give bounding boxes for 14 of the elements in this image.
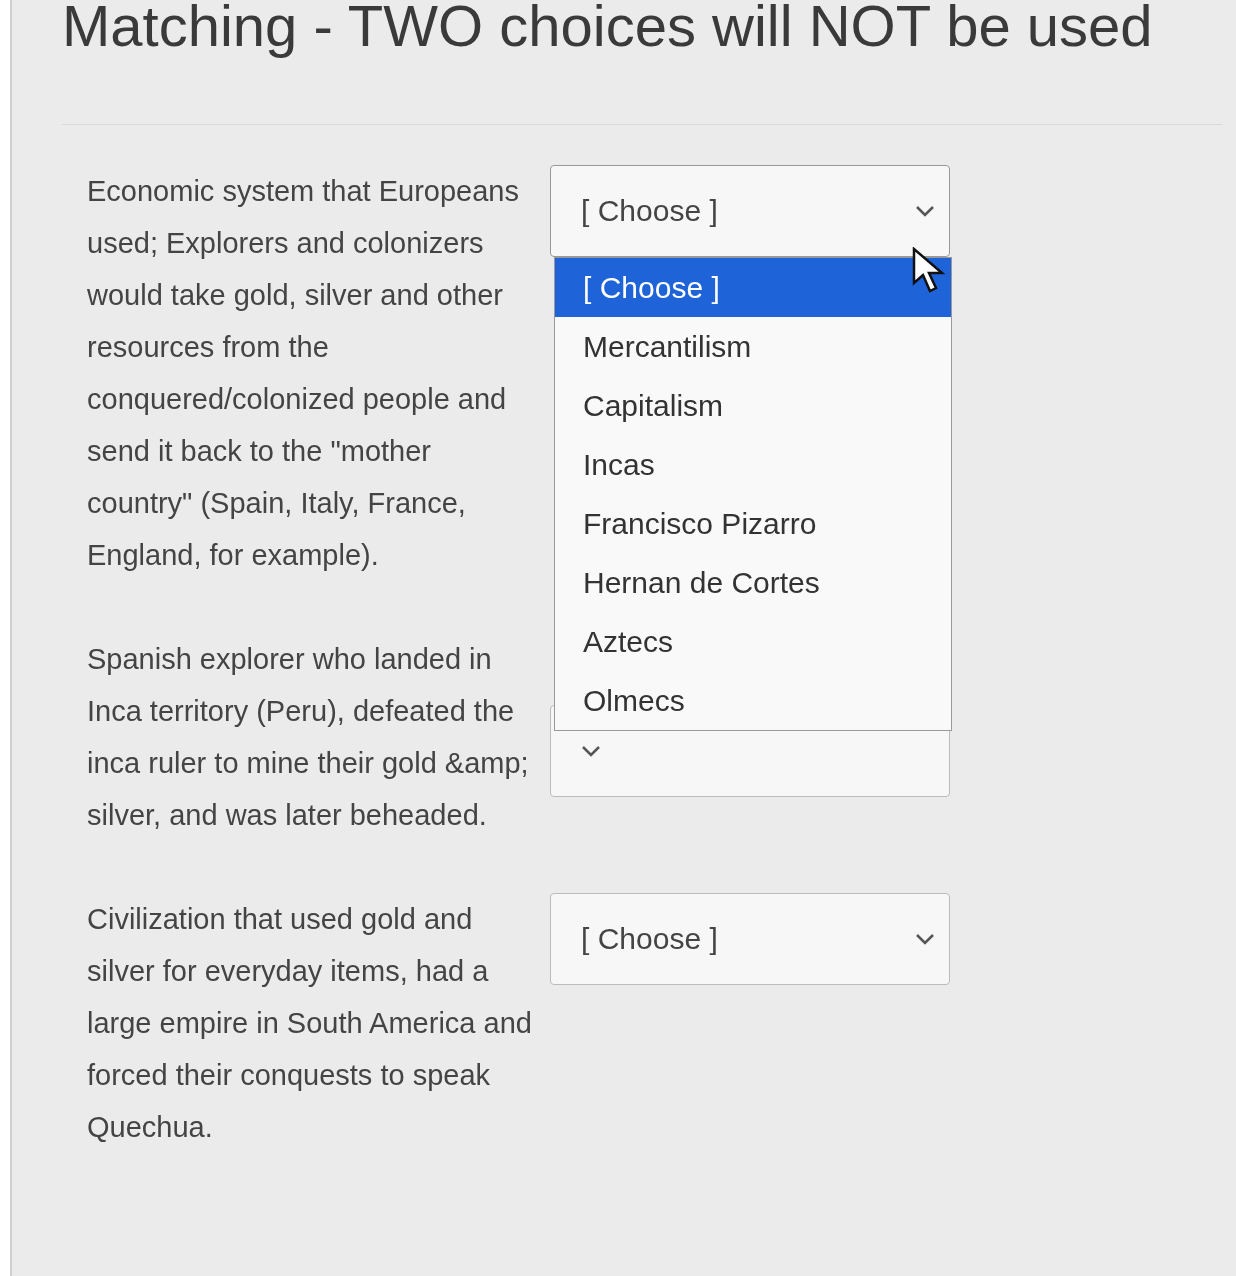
dropdown-option[interactable]: Hernan de Cortes [555, 553, 951, 612]
dropdown-option[interactable]: Incas [555, 435, 951, 494]
dropdown-option[interactable]: Mercantilism [555, 317, 951, 376]
dropdown-option[interactable]: [ Choose ] [555, 258, 951, 317]
dropdown-option[interactable]: Aztecs [555, 612, 951, 671]
dropdown-option[interactable]: Francisco Pizarro [555, 494, 951, 553]
answer-dropdown[interactable]: [ Choose ] [550, 165, 950, 257]
answer-dropdown[interactable]: [ Choose ] [550, 893, 950, 985]
question-text: Civilization that used gold and silver for everyday items, had a large empire in South America and forced their conquests to speak Quechua. [87, 902, 532, 1145]
question-text: Spanish explorer who landed in Inca territory (Peru), defeated the inca ruler to mine their gold &amp; silver, and was later beheaded. [87, 642, 530, 833]
dropdown-option[interactable]: Capitalism [555, 376, 951, 435]
question-text: Economic system that Europeans used; Explorers and colonizers would take gold, silver and other resources from the conquered/colonized people and send it back to the "mother country" (Spain, Italy, France, England, for example). [87, 174, 520, 573]
dropdown-option[interactable]: Olmecs [555, 671, 951, 730]
quiz-title: Matching - TWO choices will NOT be used [62, 0, 1154, 60]
